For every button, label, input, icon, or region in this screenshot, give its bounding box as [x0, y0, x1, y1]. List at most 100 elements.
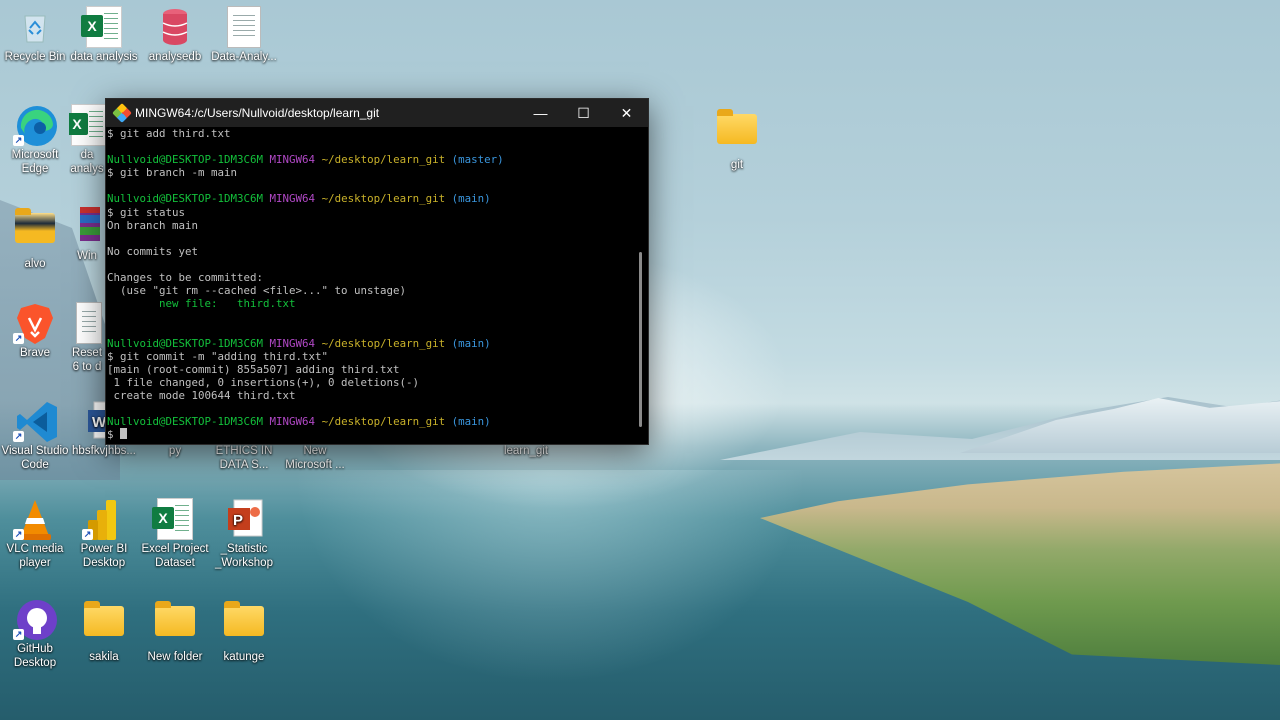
- terminal-line: $ git add third.txt: [107, 127, 231, 140]
- text-cursor: [120, 428, 128, 440]
- desktop-icon-data-analysis-2[interactable]: X da analys: [69, 104, 105, 176]
- icon-label: Microsoft Edge: [11, 149, 59, 175]
- terminal-line-staged-file: new file: third.txt: [107, 297, 296, 311]
- desktop-icon-alvo[interactable]: alvo: [0, 205, 70, 271]
- terminal-line: 1 file changed, 0 insertions(+), 0 delet…: [107, 375, 420, 389]
- excel-icon: X: [152, 498, 195, 540]
- icon-label: Data-Analy...: [211, 51, 277, 63]
- desktop-icon-microsoft-edge[interactable]: ↗ Microsoft Edge: [0, 104, 70, 176]
- desktop-icon-git[interactable]: git: [702, 106, 772, 172]
- desktop-icon-data-analy[interactable]: Data-Analy...: [209, 6, 279, 64]
- vlc-icon: ↗: [13, 498, 55, 540]
- icon-label: Reset 6 to d: [71, 347, 103, 373]
- icon-label: alvo: [24, 258, 46, 270]
- icon-label: Win: [77, 250, 97, 262]
- winrar-icon: [69, 205, 105, 245]
- desktop-icon-recycle-bin[interactable]: Recycle Bin: [0, 6, 70, 64]
- folder-icon: [155, 601, 195, 646]
- desktop-icon-winrar[interactable]: Win: [69, 205, 105, 263]
- terminal-line: [main (root-commit) 855a507] adding thir…: [107, 362, 400, 376]
- desktop-icon-new-folder[interactable]: New folder: [140, 598, 210, 664]
- desktop-icon-excel-project-dataset[interactable]: X Excel Project Dataset: [140, 498, 210, 570]
- svg-text:P: P: [233, 512, 243, 529]
- git-bash-icon: [112, 103, 132, 123]
- desktop-icon-data-analysis[interactable]: X data analysis: [69, 6, 139, 64]
- document-icon: [224, 6, 264, 48]
- terminal-line: On branch main: [107, 218, 199, 232]
- terminal-line: No commits yet: [107, 244, 199, 258]
- icon-label: _Statistic _Workshop: [215, 543, 273, 569]
- icon-label: sakila: [89, 651, 119, 663]
- icon-label: hbsfkvjhbs...: [72, 445, 136, 457]
- icon-label: Excel Project Dataset: [141, 543, 209, 569]
- document-icon: [69, 302, 105, 344]
- terminal-line: create mode 100644 third.txt: [107, 388, 296, 402]
- terminal-output[interactable]: $ git add third.txt Nullvoid@DESKTOP-1DM…: [106, 127, 648, 444]
- icon-label: git: [730, 159, 744, 171]
- excel-icon: X: [81, 6, 124, 48]
- wallpaper-water: [250, 470, 850, 720]
- minimize-button[interactable]: —: [519, 99, 562, 127]
- terminal-scrollbar[interactable]: [639, 252, 642, 427]
- git-bash-window[interactable]: MINGW64:/c/Users/Nullvoid/desktop/learn_…: [105, 98, 649, 445]
- window-title: MINGW64:/c/Users/Nullvoid/desktop/learn_…: [135, 106, 380, 120]
- icon-label: Power BI Desktop: [80, 543, 128, 569]
- desktop-icon-katunge[interactable]: katunge: [209, 598, 279, 664]
- icon-label: py: [168, 445, 182, 457]
- desktop-icon-analysedb[interactable]: analysedb: [140, 6, 210, 64]
- terminal-prompt: Nullvoid@DESKTOP-1DM3C6M MINGW64 ~/deskt…: [107, 415, 491, 429]
- icon-label: Visual Studio Code: [1, 445, 69, 471]
- folder-icon: [15, 208, 55, 253]
- desktop-icon-sakila[interactable]: sakila: [69, 598, 139, 664]
- maximize-button[interactable]: ☐: [562, 99, 605, 127]
- terminal-line: $ git commit -m "adding third.txt": [107, 349, 329, 363]
- powerpoint-icon: P: [224, 498, 264, 538]
- terminal-prompt: Nullvoid@DESKTOP-1DM3C6M MINGW64 ~/deskt…: [107, 153, 504, 167]
- icon-label: GitHub Desktop: [13, 643, 57, 669]
- icon-label: VLC media player: [6, 543, 64, 569]
- terminal-line: Changes to be committed:: [107, 271, 264, 285]
- desktop-icon-github-desktop[interactable]: ↗ GitHub Desktop: [0, 598, 70, 670]
- folder-icon: [224, 601, 264, 646]
- folder-icon: [717, 109, 757, 154]
- terminal-line: (use "git rm --cached <file>..." to unst…: [107, 284, 407, 298]
- vscode-icon: ↗: [13, 400, 57, 442]
- desktop-icon-statistic-workshop[interactable]: P _Statistic _Workshop: [209, 498, 279, 570]
- terminal-line: $ git branch -m main: [107, 166, 238, 180]
- terminal-input-line[interactable]: $: [107, 428, 648, 441]
- icon-label: Recycle Bin: [4, 51, 66, 63]
- excel-icon: X: [69, 104, 105, 146]
- close-button[interactable]: ✕: [605, 99, 648, 127]
- terminal-line: $ git status: [107, 205, 186, 219]
- powerbi-icon: ↗: [82, 498, 124, 540]
- icon-label: ETHICS IN DATA S...: [215, 445, 273, 471]
- icon-label: analysedb: [148, 51, 202, 63]
- terminal-prompt: Nullvoid@DESKTOP-1DM3C6M MINGW64 ~/deskt…: [107, 192, 491, 206]
- folder-icon: [84, 601, 124, 646]
- database-icon: [155, 6, 195, 46]
- title-bar[interactable]: MINGW64:/c/Users/Nullvoid/desktop/learn_…: [106, 99, 648, 127]
- icon-label: learn_git: [503, 445, 549, 457]
- desktop-icon-visual-studio-code[interactable]: ↗ Visual Studio Code: [0, 400, 70, 472]
- icon-label: Brave: [19, 347, 51, 359]
- desktop-icon-brave[interactable]: ↗ Brave: [0, 302, 70, 360]
- github-icon: ↗: [13, 598, 57, 640]
- recycle-bin-icon: [15, 6, 55, 46]
- edge-icon: ↗: [13, 104, 57, 146]
- icon-label: da analys: [70, 149, 104, 175]
- icon-label: New Microsoft ...: [285, 445, 345, 471]
- brave-icon: ↗: [13, 302, 55, 344]
- icon-label: katunge: [223, 651, 265, 663]
- desktop-icon-power-bi[interactable]: ↗ Power BI Desktop: [69, 498, 139, 570]
- desktop-icon-vlc[interactable]: ↗ VLC media player: [0, 498, 70, 570]
- icon-label: data analysis: [70, 51, 138, 63]
- terminal-prompt: Nullvoid@DESKTOP-1DM3C6M MINGW64 ~/deskt…: [107, 336, 491, 350]
- desktop-icon-reset[interactable]: Reset 6 to d: [69, 302, 105, 374]
